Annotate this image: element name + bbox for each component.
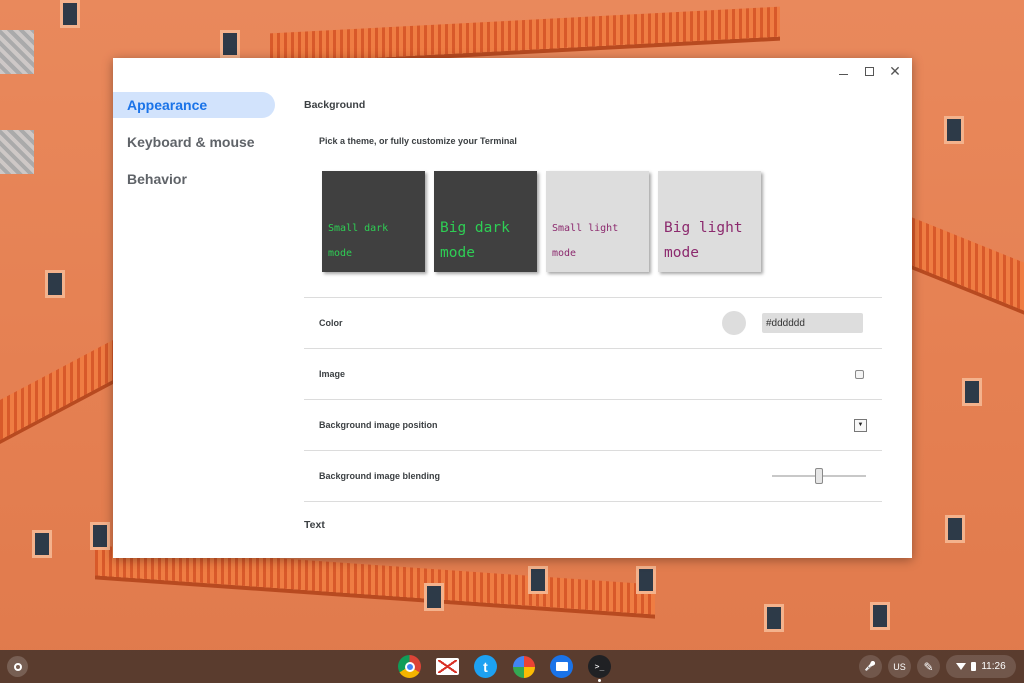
wallpaper-window bbox=[764, 604, 784, 632]
image-row: Image bbox=[304, 348, 882, 399]
theme-label-line2: mode bbox=[552, 248, 577, 259]
theme-label-line1: Small light bbox=[552, 223, 619, 234]
microphone-icon: 🎤 bbox=[864, 661, 877, 671]
wallpaper-window bbox=[962, 378, 982, 406]
color-row: Color bbox=[304, 297, 882, 348]
wifi-icon bbox=[956, 663, 967, 670]
wallpaper-window bbox=[944, 116, 964, 144]
image-position-label: Background image position bbox=[319, 420, 438, 430]
microphone-button[interactable]: 🎤 bbox=[859, 655, 882, 678]
chrome-icon bbox=[398, 655, 421, 678]
terminal-settings-window: ✕ Appearance Keyboard & mouse Behavior B… bbox=[113, 58, 912, 558]
window-controls: ✕ bbox=[832, 62, 906, 80]
battery-icon bbox=[971, 662, 977, 671]
wallpaper-window bbox=[60, 0, 80, 28]
twitter-app[interactable]: t bbox=[473, 654, 498, 679]
theme-big-dark[interactable]: Big dark mode bbox=[434, 171, 537, 272]
launcher-button[interactable] bbox=[7, 656, 28, 677]
sidebar-item-behavior[interactable]: Behavior bbox=[113, 166, 278, 192]
theme-label-line2: mode bbox=[328, 248, 353, 259]
minimize-icon bbox=[838, 74, 848, 75]
color-label: Color bbox=[319, 318, 343, 328]
maximize-button[interactable] bbox=[858, 62, 880, 80]
wallpaper-window bbox=[424, 583, 444, 611]
gmail-icon bbox=[436, 658, 459, 675]
sidebar-item-appearance[interactable]: Appearance bbox=[113, 92, 275, 118]
text-section-title: Text bbox=[304, 519, 325, 531]
chevron-down-icon: ▼ bbox=[857, 422, 864, 428]
wallpaper-glass-block bbox=[0, 30, 34, 74]
clock: 11:26 bbox=[981, 661, 1006, 672]
close-icon: ✕ bbox=[889, 63, 901, 79]
keyboard-layout-button[interactable]: US bbox=[888, 655, 911, 678]
wallpaper-window bbox=[220, 30, 240, 58]
image-blending-row: Background image blending bbox=[304, 450, 882, 501]
terminal-icon: >_ bbox=[588, 655, 611, 678]
theme-small-dark[interactable]: Small dark mode bbox=[322, 171, 425, 272]
theme-label-line1: Big light bbox=[664, 220, 743, 236]
keyboard-layout-label: US bbox=[893, 661, 906, 672]
terminal-app[interactable]: >_ bbox=[587, 654, 612, 682]
running-indicator bbox=[598, 679, 601, 682]
theme-label-line1: Small dark bbox=[328, 223, 389, 234]
wallpaper-window bbox=[870, 602, 890, 630]
color-swatch[interactable] bbox=[722, 311, 746, 335]
theme-label-line2: mode bbox=[664, 245, 699, 261]
wallpaper-stair-right bbox=[912, 217, 1024, 311]
google-photos-icon bbox=[512, 655, 535, 678]
wallpaper-window bbox=[636, 566, 656, 594]
wallpaper-glass-block bbox=[0, 130, 34, 174]
gmail-app[interactable] bbox=[435, 654, 460, 679]
status-tray: 🎤 US ✎ 11:26 bbox=[859, 655, 1016, 678]
image-label: Image bbox=[319, 369, 346, 379]
launcher-icon bbox=[13, 662, 22, 671]
image-checkbox[interactable] bbox=[855, 369, 864, 379]
chrome-app[interactable] bbox=[397, 654, 422, 679]
system-status-area[interactable]: 11:26 bbox=[946, 655, 1016, 678]
wallpaper-window bbox=[528, 566, 548, 594]
files-icon bbox=[550, 655, 573, 678]
color-hex-input[interactable] bbox=[762, 313, 863, 333]
image-position-row: Background image position ▼ bbox=[304, 399, 882, 450]
close-button[interactable]: ✕ bbox=[884, 62, 906, 80]
theme-picker: Small dark mode Big dark mode Small ligh… bbox=[322, 171, 761, 272]
theme-label-line2: mode bbox=[440, 245, 475, 261]
shelf: t >_ 🎤 US ✎ 11:26 bbox=[0, 650, 1024, 683]
stylus-button[interactable]: ✎ bbox=[917, 655, 940, 678]
stylus-icon: ✎ bbox=[923, 659, 934, 674]
wallpaper-stair-top bbox=[270, 6, 780, 64]
maximize-icon bbox=[864, 66, 874, 76]
image-position-dropdown[interactable]: ▼ bbox=[854, 418, 867, 432]
image-blending-label: Background image blending bbox=[319, 471, 441, 481]
theme-big-light[interactable]: Big light mode bbox=[658, 171, 761, 272]
twitter-icon: t bbox=[474, 655, 497, 678]
sidebar-item-keyboard-mouse[interactable]: Keyboard & mouse bbox=[113, 129, 278, 155]
files-app[interactable] bbox=[549, 654, 574, 679]
google-photos-app[interactable] bbox=[511, 654, 536, 679]
wallpaper-window bbox=[32, 530, 52, 558]
background-section-title: Background bbox=[304, 99, 366, 111]
wallpaper-window bbox=[90, 522, 110, 550]
wallpaper-window bbox=[945, 515, 965, 543]
theme-label-line1: Big dark bbox=[440, 220, 510, 236]
wallpaper-window bbox=[45, 270, 65, 298]
wallpaper-stair-left bbox=[0, 339, 113, 441]
minimize-button[interactable] bbox=[832, 62, 854, 80]
blending-slider-thumb[interactable] bbox=[815, 468, 823, 484]
pinned-apps: t >_ bbox=[397, 654, 612, 682]
theme-small-light[interactable]: Small light mode bbox=[546, 171, 649, 272]
theme-picker-subtitle: Pick a theme, or fully customize your Te… bbox=[319, 136, 517, 146]
settings-sidebar: Appearance Keyboard & mouse Behavior bbox=[113, 92, 278, 203]
section-divider bbox=[304, 501, 882, 502]
